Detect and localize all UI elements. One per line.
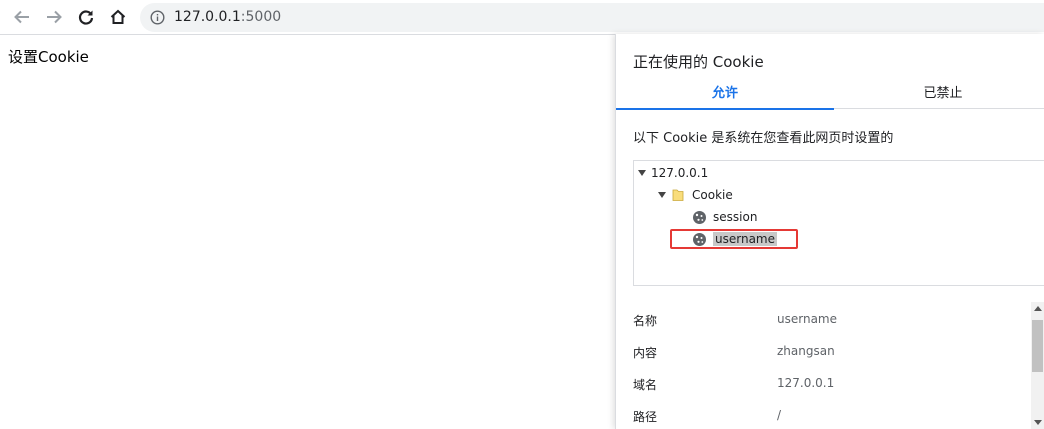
page-content-text: 设置Cookie	[8, 48, 89, 66]
tree-item-cookie-label: session	[713, 210, 758, 224]
url-text[interactable]: 127.0.0.1:5000	[174, 9, 281, 25]
expand-triangle-icon[interactable]	[638, 170, 646, 176]
back-button[interactable]	[10, 5, 34, 29]
tree-item-folder-label: Cookie	[692, 188, 733, 202]
property-key: 路径	[633, 410, 658, 424]
dialog-title: 正在使用的 Cookie	[633, 53, 764, 71]
home-icon	[109, 8, 127, 26]
reload-button[interactable]	[74, 5, 98, 29]
url-port: :5000	[240, 9, 282, 25]
address-bar[interactable]: 127.0.0.1:5000	[140, 3, 1044, 32]
cookie-tabs: 允许 已禁止	[616, 80, 1044, 110]
property-value: /	[777, 408, 782, 422]
forward-button[interactable]	[42, 5, 66, 29]
property-value: username	[777, 312, 837, 326]
home-button[interactable]	[106, 5, 130, 29]
property-row-name: 名称 username	[616, 312, 1031, 332]
property-row-path: 路径 /	[616, 408, 1031, 428]
cookie-icon	[692, 210, 707, 225]
scroll-down-arrow-icon[interactable]	[1034, 420, 1042, 425]
tab-allowed[interactable]: 允许	[616, 80, 834, 110]
tree-item-site[interactable]: 127.0.0.1	[638, 163, 708, 183]
properties-scrollbar[interactable]	[1031, 302, 1044, 429]
highlight-annotation	[670, 229, 798, 249]
reload-icon	[77, 8, 95, 26]
property-value: zhangsan	[777, 344, 835, 358]
dialog-description: 以下 Cookie 是系统在您查看此网页时设置的	[633, 131, 894, 146]
expand-triangle-icon[interactable]	[658, 192, 666, 198]
property-key: 内容	[633, 346, 658, 360]
forward-arrow-icon	[45, 8, 63, 26]
browser-toolbar: 127.0.0.1:5000	[0, 0, 1044, 35]
folder-icon	[671, 188, 685, 202]
info-icon[interactable]	[150, 10, 165, 25]
property-row-domain: 域名 127.0.0.1	[616, 376, 1031, 396]
back-arrow-icon	[13, 8, 31, 26]
property-key: 名称	[633, 314, 658, 328]
property-key: 域名	[633, 378, 658, 392]
scrollbar-thumb[interactable]	[1032, 320, 1043, 372]
tree-item-folder[interactable]: Cookie	[658, 185, 733, 205]
scroll-up-arrow-icon[interactable]	[1034, 306, 1042, 311]
cookie-tree: 127.0.0.1 Cookie session username	[633, 160, 1044, 286]
url-host: 127.0.0.1	[174, 9, 241, 25]
property-value: 127.0.0.1	[777, 376, 835, 390]
property-row-content: 内容 zhangsan	[616, 344, 1031, 364]
tree-item-cookie-session[interactable]: session	[692, 207, 757, 227]
tab-blocked[interactable]: 已禁止	[834, 80, 1044, 109]
tree-item-site-label: 127.0.0.1	[651, 166, 709, 180]
